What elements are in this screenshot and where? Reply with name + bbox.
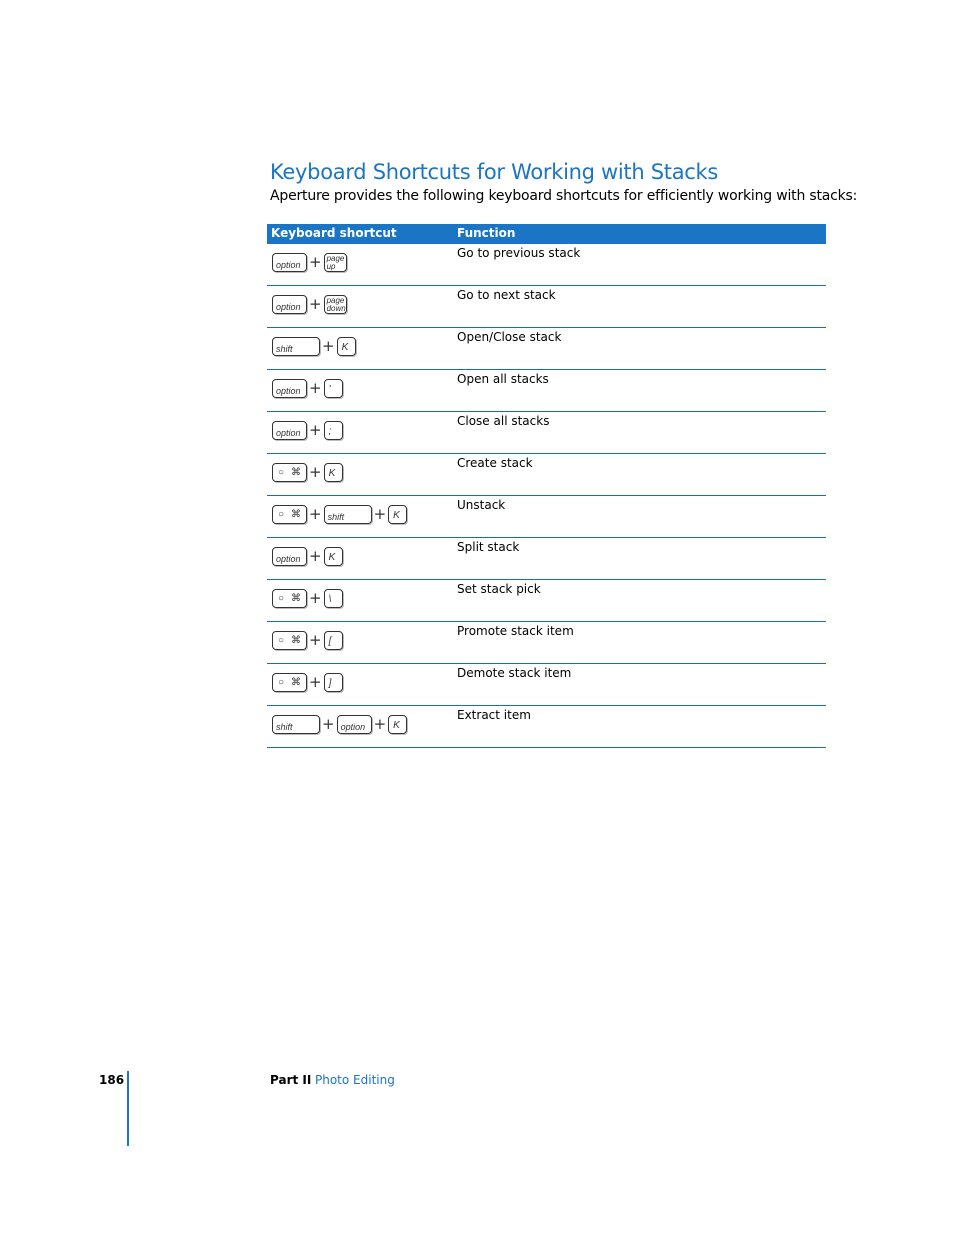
function-description: Set stack pick (457, 582, 541, 596)
table-row: option + K Split stack (267, 538, 826, 580)
function-description: Open/Close stack (457, 330, 562, 344)
table-row: ○ ⌘ + K Create stack (267, 454, 826, 496)
function-description: Go to previous stack (457, 246, 581, 260)
key-combination: ○ ⌘ +] (272, 673, 343, 692)
cmd-icon: ⌘ (291, 677, 301, 688)
apple-icon: ○ (278, 635, 285, 646)
key-option: option (272, 421, 307, 440)
plus-sign: + (373, 505, 387, 523)
plus-sign: + (309, 505, 322, 523)
apple-icon: ○ (278, 509, 285, 520)
command-key-icon: ○ ⌘ (272, 505, 307, 524)
key-label: down (326, 303, 346, 313)
key-combination: option + ' (272, 379, 343, 398)
key-combination: ○ ⌘ + \ (272, 589, 343, 608)
function-description: Close all stacks (457, 414, 550, 428)
command-key-icon: ○ ⌘ (272, 631, 307, 650)
plus-sign: + (309, 463, 322, 481)
key-option: option (336, 715, 372, 734)
command-key-icon: ○ ⌘ (272, 463, 307, 482)
key-combination: ○ ⌘ + K (272, 463, 343, 482)
function-description: Create stack (457, 456, 533, 470)
page-title: Keyboard Shortcuts for Working with Stac… (270, 160, 719, 184)
apple-icon: ○ (278, 467, 285, 478)
table-row: ○ ⌘ +] Demote stack item (267, 664, 826, 706)
key-': ' (323, 379, 343, 398)
key-page-up: page up (323, 253, 347, 272)
shortcuts-table: Keyboard shortcut Function option + page up… (267, 224, 826, 748)
plus-sign: + (309, 253, 322, 271)
plus-sign: + (309, 295, 322, 313)
table-row: ○ ⌘ + shift + K Unstack (267, 496, 826, 538)
table-row: ○ ⌘ + \ Set stack pick (267, 580, 826, 622)
plus-sign: + (373, 715, 387, 733)
key-combination: option +; (272, 421, 343, 440)
plus-sign: + (309, 379, 322, 397)
cmd-icon: ⌘ (291, 467, 301, 478)
table-row: option + page up Go to previous stack (267, 244, 826, 286)
intro-paragraph: Aperture provides the following keyboard… (270, 188, 858, 204)
key-shift: shift (323, 505, 372, 524)
key-combination: shift + option + K (272, 715, 408, 734)
key-K: K (323, 463, 343, 482)
footer-section-link[interactable]: Photo Editing (315, 1073, 395, 1087)
plus-sign: + (309, 547, 322, 565)
apple-icon: ○ (278, 593, 285, 604)
footer-part: Part II (270, 1073, 312, 1087)
table-row: ○ ⌘ +[Promote stack item (267, 622, 826, 664)
command-key-icon: ○ ⌘ (272, 589, 307, 608)
function-description: Promote stack item (457, 624, 574, 638)
function-description: Open all stacks (457, 372, 549, 386)
header-function: Function (457, 226, 516, 240)
key-[: [ (323, 631, 343, 650)
key-shift: shift (272, 337, 320, 356)
key-combination: option + page down (272, 295, 347, 314)
footer-divider (127, 1071, 129, 1146)
key-label: up (326, 261, 336, 271)
key-combination: option + page up (272, 253, 347, 272)
table-body: option + page up Go to previous stack option +… (267, 244, 826, 748)
cmd-icon: ⌘ (291, 509, 301, 520)
key-combination: ○ ⌘ +[ (272, 631, 343, 650)
cmd-icon: ⌘ (291, 593, 301, 604)
key-K: K (336, 337, 356, 356)
function-description: Unstack (457, 498, 506, 512)
key-combination: ○ ⌘ + shift + K (272, 505, 408, 524)
plus-sign: + (309, 421, 322, 439)
plus-sign: + (309, 631, 322, 649)
key-combination: shift + K (272, 337, 356, 356)
apple-icon: ○ (278, 677, 285, 688)
plus-sign: + (322, 337, 335, 355)
table-row: option + ' Open all stacks (267, 370, 826, 412)
key-shift: shift (272, 715, 320, 734)
plus-sign: + (309, 589, 322, 607)
key-option: option (272, 295, 307, 314)
function-description: Split stack (457, 540, 520, 554)
key-option: option (272, 253, 307, 272)
page-number: 186 (99, 1073, 125, 1087)
key-]: ] (323, 673, 343, 692)
key-K: K (388, 505, 408, 524)
function-description: Demote stack item (457, 666, 572, 680)
key-;: ; (323, 421, 343, 440)
key-K: K (388, 715, 408, 734)
function-description: Extract item (457, 708, 531, 722)
key-\: \ (323, 589, 343, 608)
function-description: Go to next stack (457, 288, 556, 302)
key-option: option (272, 379, 307, 398)
table-row: shift + K Open/Close stack (267, 328, 826, 370)
key-K: K (323, 547, 343, 566)
command-key-icon: ○ ⌘ (272, 673, 307, 692)
table-row: option + page down Go to next stack (267, 286, 826, 328)
plus-sign: + (322, 715, 335, 733)
key-option: option (272, 547, 307, 566)
cmd-icon: ⌘ (291, 635, 301, 646)
key-page-down: page down (323, 295, 347, 314)
table-row: option +; Close all stacks (267, 412, 826, 454)
plus-sign: + (309, 673, 322, 691)
table-row: shift + option + K Extract item (267, 706, 826, 748)
key-combination: option + K (272, 547, 343, 566)
header-keyboard-shortcut: Keyboard shortcut (271, 226, 397, 240)
table-header: Keyboard shortcut Function (267, 224, 826, 244)
